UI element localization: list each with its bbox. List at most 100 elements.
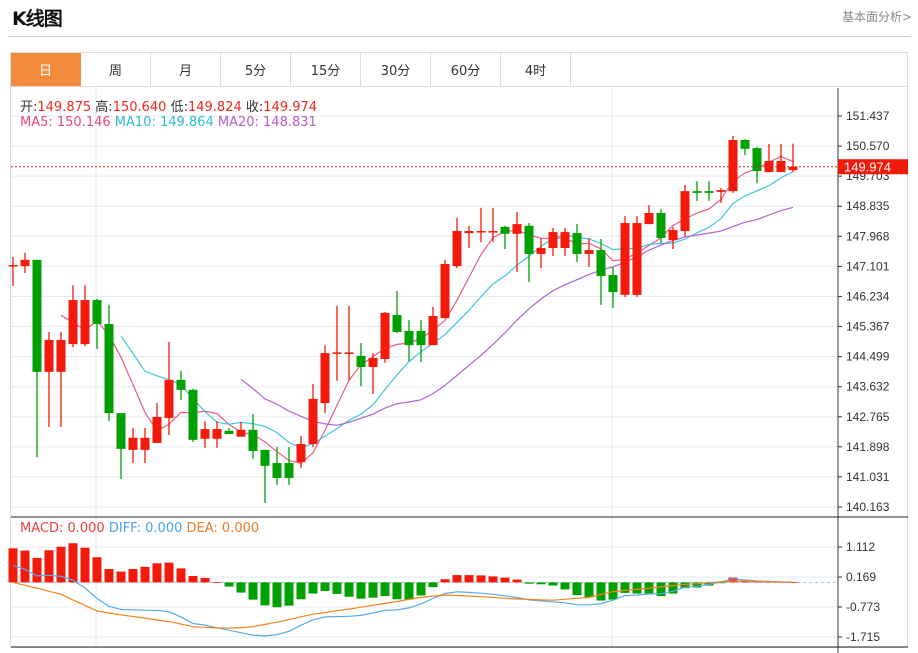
candle-body [212, 429, 222, 439]
candle-body [44, 339, 54, 372]
macd-info: MACD: 0.000 DIFF: 0.000 DEA: 0.000 [20, 521, 259, 536]
candle-body [752, 148, 762, 172]
price-tick-label: 140.163 [846, 500, 890, 514]
candle-body [620, 223, 630, 295]
macd-bar [524, 582, 534, 584]
candle-body [704, 191, 714, 193]
grid [11, 88, 838, 647]
macd-bar [596, 582, 606, 601]
candle-body [128, 437, 138, 450]
ma5-value: MA5: 150.146 [20, 115, 111, 130]
candle-body [68, 300, 78, 345]
macd-bar [248, 582, 258, 600]
macd-bar [68, 543, 78, 583]
macd-bar [488, 576, 498, 583]
candle-body [464, 231, 474, 234]
macd-bar [368, 582, 378, 598]
diff-value: DIFF: 0.000 [108, 521, 183, 536]
candle-body [284, 463, 294, 478]
macd-bar [296, 582, 306, 600]
ma10-value: MA10: 149.864 [114, 115, 214, 130]
ma20-value: MA20: 148.831 [217, 115, 317, 130]
candle-body [716, 190, 726, 192]
candle-body [692, 191, 702, 193]
macd-bar [536, 582, 546, 585]
macd-bar [80, 547, 90, 583]
macd-bar [344, 582, 354, 597]
candle-body [440, 263, 450, 319]
candle-body [56, 339, 66, 372]
candle-body [260, 449, 270, 466]
price-tick-label: 142.765 [846, 410, 890, 424]
candle-body [476, 231, 486, 233]
macd-value: MACD: 0.000 [20, 521, 105, 536]
candle-body [8, 265, 18, 267]
candle-body [512, 224, 522, 234]
candle-body [356, 355, 366, 367]
macd-bar [116, 571, 126, 583]
candle-body [32, 259, 42, 372]
macd-bar [260, 582, 270, 606]
macd-bar [500, 577, 510, 583]
candle-body [728, 139, 738, 192]
candle-body [308, 398, 318, 444]
candle-body [644, 213, 654, 225]
low-label: 低: [170, 100, 188, 115]
candle-body [452, 231, 462, 267]
candle-body [380, 312, 390, 360]
macd-bar [560, 582, 570, 590]
candle-body [236, 429, 246, 437]
macd-tick-label: 1.112 [846, 540, 875, 554]
candle-body [560, 232, 570, 249]
macd-bar [308, 582, 318, 594]
candle-body [116, 413, 126, 449]
macd-bar [632, 582, 642, 594]
ma10-line [120, 171, 794, 449]
macd-bar [428, 582, 438, 588]
candle-body [152, 416, 162, 443]
candle-body [428, 316, 438, 346]
macd-bar [140, 566, 150, 583]
macd-bar [200, 577, 210, 583]
candle-body [296, 443, 306, 463]
macd-bar [272, 582, 282, 608]
macd-bar [176, 568, 186, 583]
close-label: 收: [245, 100, 264, 115]
macd-bar [440, 579, 450, 583]
macd-bar [188, 576, 198, 583]
candle-body [608, 275, 618, 293]
current-price-label: 149.974 [844, 160, 891, 175]
candle-body [332, 352, 342, 354]
candle-body [632, 223, 642, 295]
macd-bar [512, 579, 522, 583]
macd-tick-label: 0.169 [846, 570, 876, 584]
macd-bar [548, 582, 558, 586]
candle-body [320, 353, 330, 404]
macd-bar [416, 582, 426, 596]
candle-body [548, 232, 558, 249]
macd-bar [476, 575, 486, 583]
price-tick-label: 148.835 [846, 199, 890, 213]
candle-body [536, 248, 546, 254]
macd-bar [584, 582, 594, 598]
macd-bar [8, 548, 18, 583]
indicator-lines [12, 155, 794, 637]
candle-body [788, 166, 798, 171]
candle-body [584, 250, 594, 254]
price-tick-label: 147.101 [846, 259, 890, 273]
dea-value: DEA: 0.000 [186, 521, 260, 536]
macd-bar [356, 582, 366, 599]
candle-body [368, 357, 378, 367]
open-label: 开: [20, 100, 38, 115]
candle-body [680, 191, 690, 232]
candle-body [164, 379, 174, 418]
macd-bar [104, 569, 114, 583]
candle-body [248, 429, 258, 451]
candle-body [656, 213, 666, 238]
macd-bar [92, 557, 102, 583]
ma-info: MA5: 150.146 MA10: 149.864 MA20: 148.831 [20, 115, 317, 130]
candle-body [92, 300, 102, 324]
macd-bar [32, 557, 42, 583]
candle-body [20, 259, 30, 267]
candle-body [224, 430, 234, 434]
